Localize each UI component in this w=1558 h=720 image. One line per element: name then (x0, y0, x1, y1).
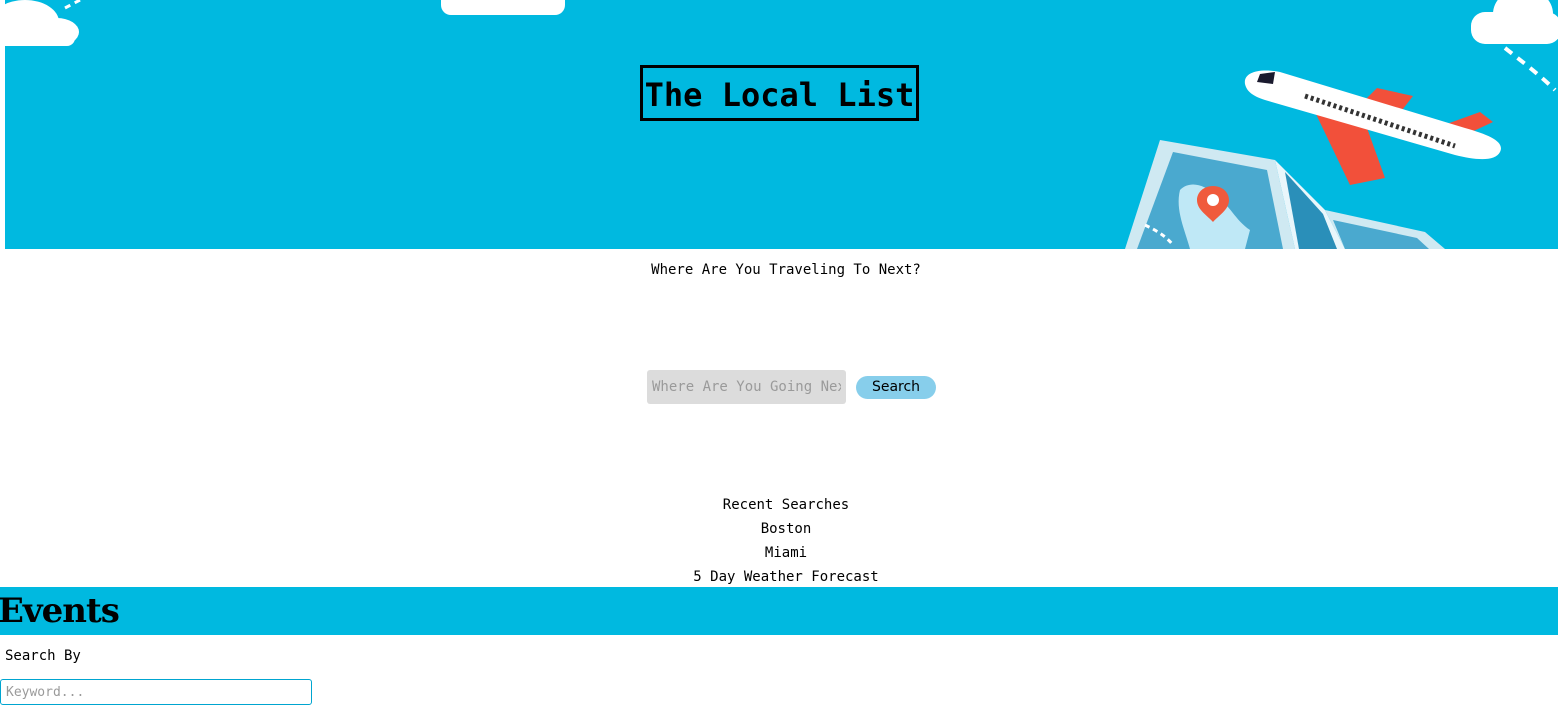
hero-banner (5, 0, 1558, 249)
site-title: The Local List (640, 65, 919, 122)
map-icon (1125, 140, 1445, 249)
cloud-icon (441, 0, 565, 15)
recent-searches-heading: Recent Searches (722, 497, 850, 513)
tagline: Where Are You Traveling To Next? (651, 262, 921, 278)
destination-search-form: Search (647, 370, 936, 404)
recent-search-item[interactable]: Miami (0, 541, 1558, 565)
forecast-heading: 5 Day Weather Forecast (693, 569, 879, 585)
search-by-label: Search By (5, 648, 81, 664)
recent-searches: Recent Searches Boston Miami 5 Day Weath… (0, 493, 1558, 589)
search-button[interactable]: Search (856, 375, 936, 399)
keyword-input[interactable] (0, 679, 312, 705)
events-bar (0, 587, 1558, 635)
events-title: Events (0, 591, 120, 631)
cloud-icon (1471, 0, 1558, 44)
recent-search-item[interactable]: Boston (0, 517, 1558, 541)
airplane-icon (1244, 70, 1501, 185)
hero-illustration (5, 0, 1558, 249)
destination-search-input[interactable] (647, 370, 846, 404)
